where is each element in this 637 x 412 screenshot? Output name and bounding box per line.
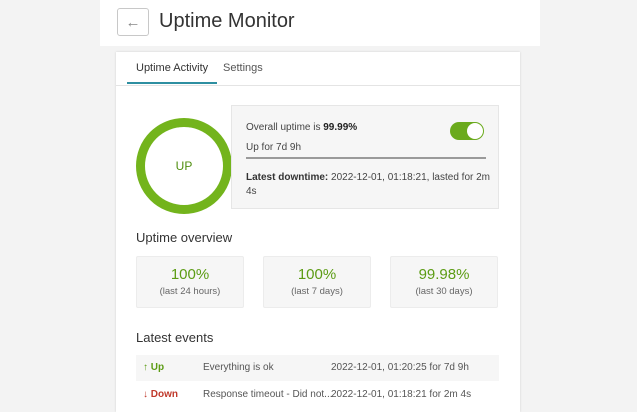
overall-uptime-prefix: Overall uptime is (246, 122, 324, 133)
stat-card-24h: 100% (last 24 hours) (136, 256, 244, 308)
tab-uptime-activity[interactable]: Uptime Activity (127, 62, 218, 84)
event-time: 2022-12-01, 01:18:21 for 2m 4s (331, 389, 472, 400)
uptime-overview-title: Uptime overview (136, 230, 233, 245)
event-time: 2022-12-01, 01:20:25 for 7d 9h (331, 362, 469, 373)
stat-label: (last 24 hours) (159, 286, 221, 297)
event-message: Response timeout - Did not... (203, 389, 333, 400)
stat-value: 100% (170, 266, 210, 283)
uptime-progress-fill (246, 157, 486, 159)
tab-settings[interactable]: Settings (223, 62, 263, 82)
event-row[interactable]: ↑ Up Everything is ok 2022-12-01, 01:20:… (136, 355, 499, 381)
latest-downtime: Latest downtime: 2022-12-01, 01:18:21, l… (246, 171, 490, 199)
overall-uptime: Overall uptime is 99.99% (246, 122, 357, 133)
event-type-down: ↓ Down (143, 389, 178, 400)
back-button[interactable]: ← (117, 8, 149, 36)
up-for-text: Up for 7d 9h (246, 142, 302, 153)
event-message: Everything is ok (203, 362, 274, 373)
status-panel: Overall uptime is 99.99% Up for 7d 9h La… (231, 105, 499, 209)
stat-value: 100% (297, 266, 337, 283)
stat-label: (last 7 days) (291, 286, 343, 297)
tab-bar: Uptime Activity Settings (116, 52, 520, 86)
monitor-toggle[interactable] (450, 122, 484, 140)
arrow-left-icon: ← (125, 13, 141, 31)
stat-card-7d: 100% (last 7 days) (263, 256, 371, 308)
stat-label: (last 30 days) (415, 286, 473, 297)
status-ring: UP (136, 118, 232, 214)
uptime-progress-bar (246, 157, 486, 159)
stat-card-30d: 99.98% (last 30 days) (390, 256, 498, 308)
main-card: Uptime Activity Settings UP Overall upti… (116, 52, 520, 412)
event-type-up: ↑ Up (143, 362, 165, 373)
header-bar: ← Uptime Monitor (100, 0, 540, 46)
page-title: Uptime Monitor (159, 10, 295, 32)
event-row[interactable]: ↓ Down Response timeout - Did not... 202… (136, 382, 499, 408)
latest-events-title: Latest events (136, 330, 214, 345)
status-ring-label: UP (175, 159, 193, 173)
latest-downtime-label: Latest downtime: (246, 172, 329, 183)
toggle-knob (467, 123, 483, 139)
overall-uptime-value: 99.99% (323, 122, 358, 133)
stat-value: 99.98% (418, 266, 470, 283)
